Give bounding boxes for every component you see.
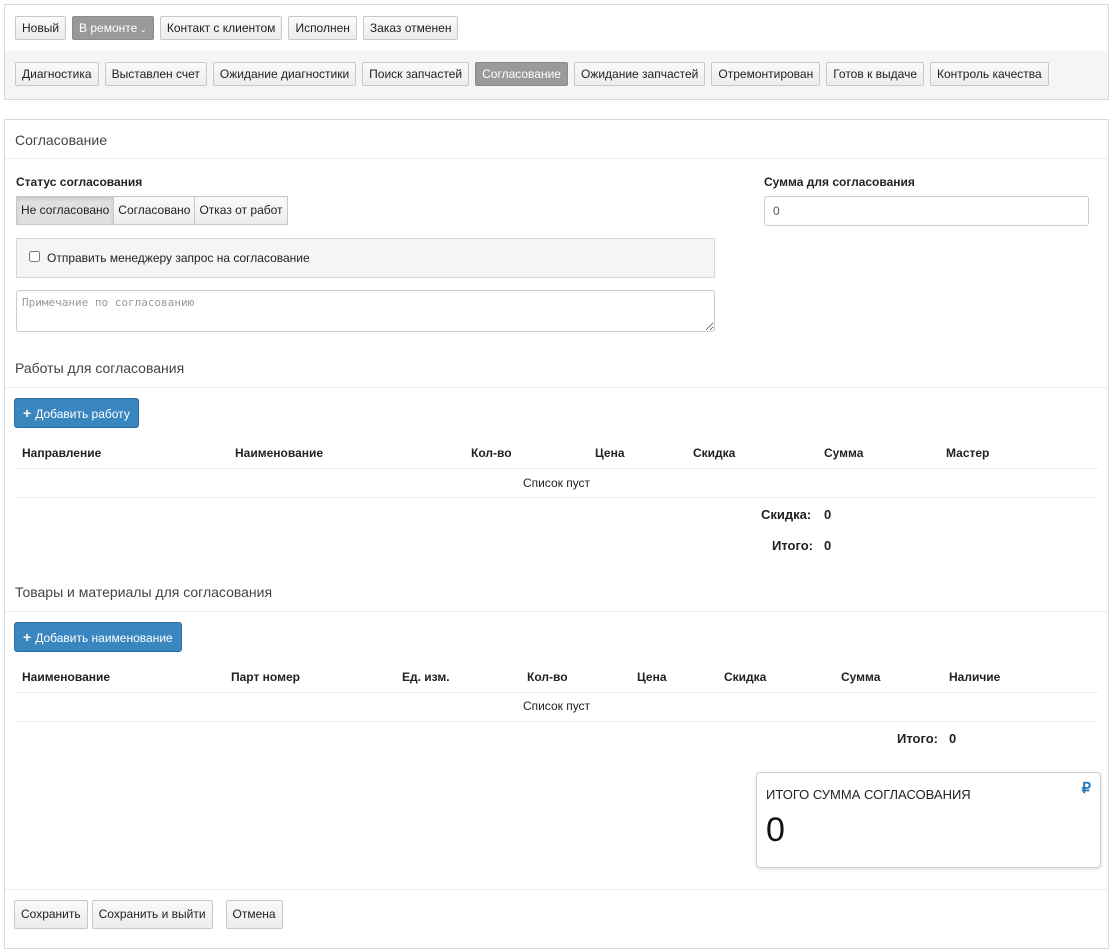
approval-sum-input[interactable] xyxy=(764,196,1089,226)
column-header: Цена xyxy=(637,670,667,684)
divider xyxy=(5,387,1108,388)
status-cancelled-button[interactable]: Заказ отменен xyxy=(362,16,459,40)
approval-note-textarea[interactable] xyxy=(16,290,715,332)
status-done-button[interactable]: Исполнен xyxy=(288,16,357,40)
form-actions: Сохранить Сохранить и выйти Отмена xyxy=(14,900,283,929)
substatus-approval-button[interactable]: Согласование xyxy=(475,62,568,86)
column-header: Наличие xyxy=(949,670,1001,684)
approval-total-card: ИТОГО СУММА СОГЛАСОВАНИЯ ₽ 0 xyxy=(756,772,1101,868)
approval-sum-label: Сумма для согласования xyxy=(764,175,915,189)
divider xyxy=(16,497,1098,498)
approval-status-approved[interactable]: Согласовано xyxy=(113,196,196,225)
goods-total-label: Итого: xyxy=(897,731,938,746)
substatus-quality-control-button[interactable]: Контроль качества xyxy=(930,62,1049,86)
column-header: Ед. изм. xyxy=(402,670,450,684)
approval-status-not-approved[interactable]: Не согласовано xyxy=(16,196,115,225)
column-header: Направление xyxy=(22,446,102,460)
goods-section-title: Товары и материалы для согласования xyxy=(15,584,273,600)
send-request-box: Отправить менеджеру запрос на согласован… xyxy=(16,238,715,278)
save-button[interactable]: Сохранить xyxy=(14,900,88,929)
approval-total-value: 0 xyxy=(766,811,785,849)
works-total-value: 0 xyxy=(824,538,832,553)
column-header: Парт номер xyxy=(231,670,300,684)
plus-icon: + xyxy=(23,629,32,645)
ruble-icon: ₽ xyxy=(1081,780,1091,797)
add-work-label: Добавить работу xyxy=(35,407,130,421)
works-empty-text: Список пуст xyxy=(522,476,591,490)
works-total-label: Итого: xyxy=(772,538,813,553)
substatus-repaired-button[interactable]: Отремонтирован xyxy=(711,62,821,86)
divider xyxy=(16,692,1098,693)
divider xyxy=(5,889,1108,890)
divider xyxy=(16,468,1098,469)
send-request-label: Отправить менеджеру запрос на согласован… xyxy=(47,251,310,265)
approval-total-title: ИТОГО СУММА СОГЛАСОВАНИЯ xyxy=(766,787,971,802)
column-header: Кол-во xyxy=(471,446,512,460)
chevron-down-icon: ⌄ xyxy=(139,24,147,34)
column-header: Наименование xyxy=(22,670,111,684)
substatus-ready-button[interactable]: Готов к выдаче xyxy=(826,62,924,86)
status-client-contact-button[interactable]: Контакт с клиентом xyxy=(159,16,283,40)
works-discount-label: Скидка: xyxy=(761,507,812,522)
status-new-button[interactable]: Новый xyxy=(15,16,67,40)
plus-icon: + xyxy=(23,405,32,421)
column-header: Кол-во xyxy=(527,670,568,684)
approval-panel: Согласование Статус согласования Не согл… xyxy=(4,119,1109,949)
substatus-awaiting-parts-button[interactable]: Ожидание запчастей xyxy=(573,62,706,86)
goods-empty-text: Список пуст xyxy=(522,699,591,713)
add-item-button[interactable]: + Добавить наименование xyxy=(14,622,182,652)
works-discount-value: 0 xyxy=(824,507,832,522)
substatus-parts-search-button[interactable]: Поиск запчастей xyxy=(362,62,470,86)
approval-status-segmented: Не согласовано Согласовано Отказ от рабо… xyxy=(16,196,288,225)
substatus-awaiting-diagnostics-button[interactable]: Ожидание диагностики xyxy=(212,62,357,86)
add-item-label: Добавить наименование xyxy=(35,631,173,645)
works-section-title: Работы для согласования xyxy=(15,360,185,376)
substatus-invoice-button[interactable]: Выставлен счет xyxy=(104,62,207,86)
status-panel: Новый В ремонте ⌄ Контакт с клиентом Испо… xyxy=(4,4,1109,100)
column-header: Мастер xyxy=(946,446,990,460)
secondary-status-row: Диагностика Выставлен счет Ожидание диаг… xyxy=(15,62,1049,86)
panel-title: Согласование xyxy=(15,132,107,148)
cancel-button[interactable]: Отмена xyxy=(225,900,283,929)
divider xyxy=(5,611,1108,612)
add-work-button[interactable]: + Добавить работу xyxy=(14,398,139,428)
approval-status-rejected[interactable]: Отказ от работ xyxy=(194,196,288,225)
save-and-exit-button[interactable]: Сохранить и выйти xyxy=(91,900,213,929)
primary-status-row: Новый В ремонте ⌄ Контакт с клиентом Испо… xyxy=(15,16,459,40)
send-request-checkbox[interactable] xyxy=(29,251,40,262)
column-header: Сумма xyxy=(841,670,881,684)
divider xyxy=(5,158,1108,159)
column-header: Сумма xyxy=(824,446,864,460)
column-header: Цена xyxy=(595,446,625,460)
column-header: Скидка xyxy=(693,446,736,460)
approval-status-label: Статус согласования xyxy=(16,175,143,189)
goods-total-value: 0 xyxy=(949,731,957,746)
status-in-repair-dropdown[interactable]: В ремонте ⌄ xyxy=(72,16,154,40)
column-header: Скидка xyxy=(724,670,767,684)
substatus-diagnostics-button[interactable]: Диагностика xyxy=(15,62,99,86)
divider xyxy=(16,721,1098,722)
column-header: Наименование xyxy=(235,446,324,460)
status-in-repair-label: В ремонте xyxy=(79,21,138,35)
